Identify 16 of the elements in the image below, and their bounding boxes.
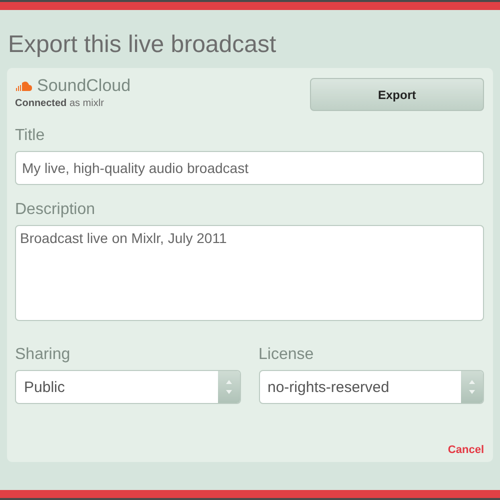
cancel-link[interactable]: Cancel <box>448 444 484 456</box>
dialog-title: Export this live broadcast <box>8 30 278 60</box>
cloud-icon <box>15 81 33 91</box>
service-name: SoundCloud <box>37 76 131 96</box>
description-field[interactable]: Broadcast live on Mixlr, July 2011 <box>15 225 484 321</box>
stepper-icon <box>218 371 240 403</box>
connection-status: Connected as mixlr <box>15 98 105 109</box>
field-label: License <box>258 346 315 364</box>
field-label: Title <box>15 127 46 145</box>
title-field[interactable]: My live, high-quality audio broadcast <box>15 151 484 185</box>
field-label: Description <box>15 201 96 219</box>
select-field[interactable]: no-rights-reserved <box>258 370 484 404</box>
field-label: Sharing <box>15 346 72 364</box>
stepper-icon <box>461 371 483 403</box>
export-button[interactable]: Export <box>310 78 484 111</box>
select-field[interactable]: Public <box>15 370 240 404</box>
